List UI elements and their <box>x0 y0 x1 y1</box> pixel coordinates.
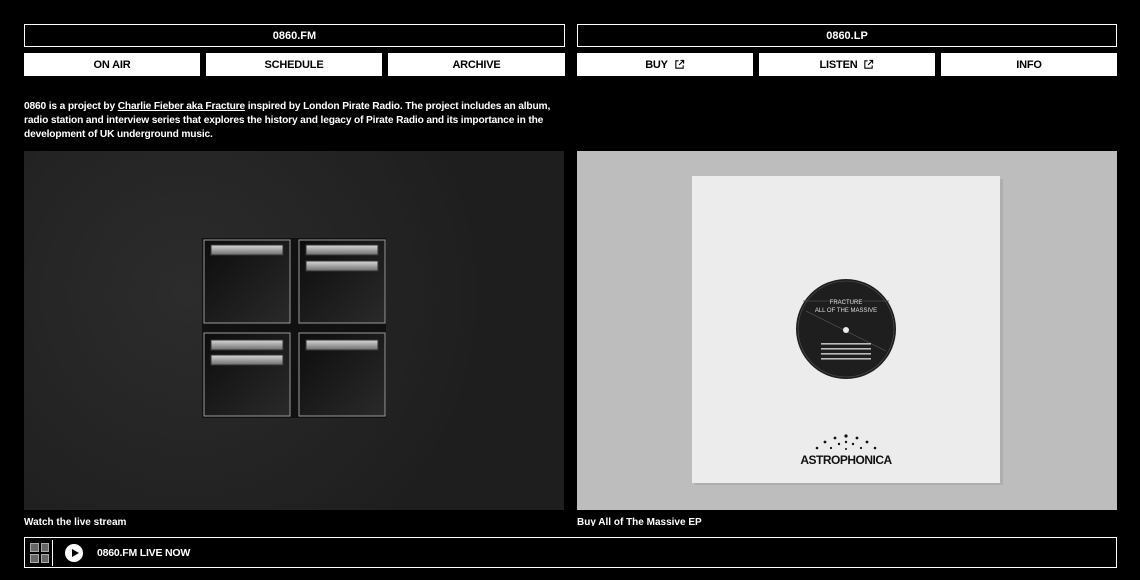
cassette-deck-artwork <box>202 238 386 418</box>
live-stream-caption[interactable]: Watch the live stream <box>24 516 324 526</box>
info-label: INFO <box>1016 58 1042 71</box>
fm-title: 0860.FM <box>272 29 317 42</box>
listen-label: LISTEN <box>819 58 858 71</box>
buy-label: BUY <box>645 58 668 71</box>
live-stream-panel[interactable] <box>24 151 564 510</box>
artist-link[interactable]: Charlie Fieber aka Fracture <box>118 101 245 112</box>
intro-text-start: 0860 is a project by <box>24 101 118 112</box>
live-player-bar: 0860.FM LIVE NOW <box>24 537 1117 568</box>
archive-label: ARCHIVE <box>452 58 501 71</box>
lp-title-bar[interactable]: 0860.LP <box>577 24 1117 47</box>
on-air-button[interactable]: ON AIR <box>24 53 200 76</box>
play-icon[interactable] <box>65 543 83 562</box>
external-link-icon <box>864 59 874 69</box>
lp-title: 0860.LP <box>826 29 868 42</box>
player-artwork-thumbnail <box>27 539 53 566</box>
record-label-artist: FRACTURE <box>830 300 863 306</box>
live-now-label: 0860.FM LIVE NOW <box>97 546 191 559</box>
buy-button[interactable]: BUY <box>577 53 753 76</box>
record-label-title: ALL OF THE MASSIVE <box>815 308 877 314</box>
on-air-label: ON AIR <box>93 58 131 71</box>
vinyl-sleeve-artwork: FRACTURE ALL OF THE MASSIVE ASTROPHONICA <box>692 176 1003 485</box>
listen-button[interactable]: LISTEN <box>759 53 935 76</box>
ep-caption[interactable]: Buy All of The Massive EP <box>577 516 877 526</box>
info-button[interactable]: INFO <box>941 53 1117 76</box>
schedule-label: SCHEDULE <box>264 58 324 71</box>
fm-title-bar[interactable]: 0860.FM <box>24 24 565 47</box>
sleeve-logo-text: ASTROPHONICA <box>800 453 892 467</box>
intro-text: 0860 is a project by Charlie Fieber aka … <box>24 100 569 142</box>
schedule-button[interactable]: SCHEDULE <box>206 53 382 76</box>
ep-purchase-panel[interactable]: FRACTURE ALL OF THE MASSIVE ASTROPHONICA <box>577 151 1117 510</box>
external-link-icon <box>675 59 684 69</box>
archive-button[interactable]: ARCHIVE <box>388 53 565 76</box>
